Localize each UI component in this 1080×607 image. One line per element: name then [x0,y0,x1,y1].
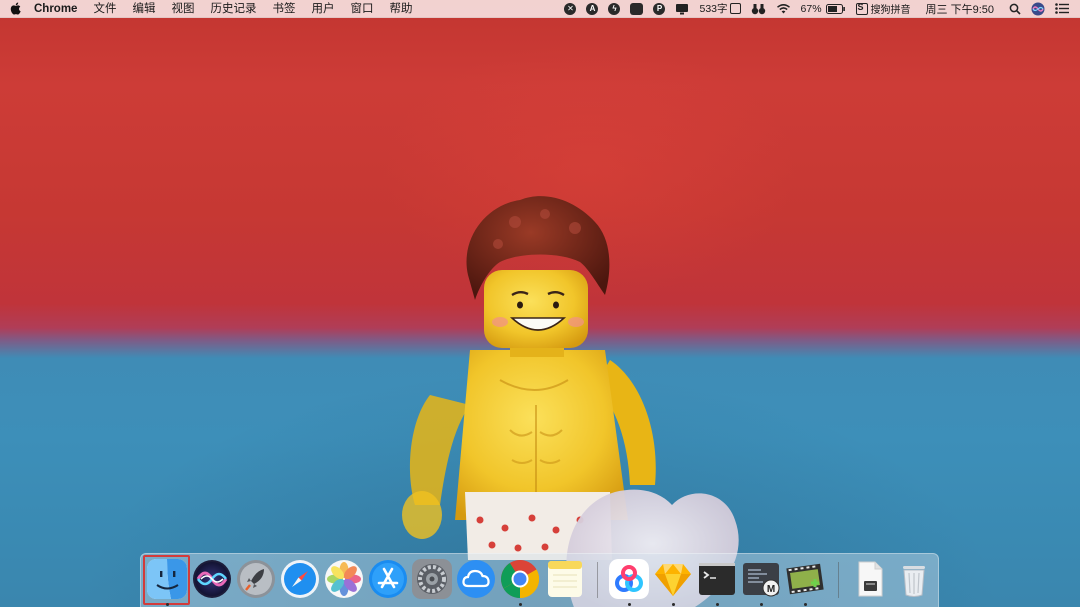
chrome-running-dot [519,603,522,606]
sketch-running-dot [672,603,675,606]
siri-icon[interactable] [192,559,232,599]
cloud-icon[interactable] [456,559,496,599]
baidu-netdisk-icon[interactable] [609,559,649,599]
chrome-icon[interactable] [500,559,540,599]
menu-bar: Chrome 文件 编辑 视图 历史记录 书签 用户 窗口 帮助 ✕ A ϟ P… [0,0,1080,18]
sogou-icon [855,2,868,15]
launchpad-rocket-icon[interactable] [236,559,276,599]
lego-minifigure-photo [402,196,739,607]
terminal-icon[interactable] [697,559,737,599]
word-count-label: 533字 [699,3,728,15]
menu-bookmarks[interactable]: 书签 [264,0,303,18]
dock-divider [597,562,598,598]
menu-history[interactable]: 历史记录 [202,0,264,18]
menu-edit[interactable]: 编辑 [124,0,163,18]
input-method-menu[interactable]: 搜狗拼音 [851,0,916,18]
trash-icon[interactable] [894,559,934,599]
menu-people[interactable]: 用户 [303,0,342,18]
notification-center-icon[interactable] [1050,0,1074,18]
wifi-icon[interactable] [771,0,796,18]
word-count-icon [729,3,741,14]
siri-menu-icon[interactable] [1026,0,1050,18]
menu-bar-left: Chrome 文件 编辑 视图 历史记录 书签 用户 窗口 帮助 [0,0,420,18]
status-p-icon[interactable]: P [648,0,670,18]
input-method-label: 搜狗拼音 [870,5,911,16]
photos-icon[interactable] [324,559,364,599]
sketch-diamond-icon[interactable] [653,559,693,599]
battery-status[interactable]: 67% [796,0,851,18]
menu-bar-status: ✕ A ϟ P 533字 67% 搜狗拼音 周三 下午9:50 [559,0,1080,18]
document-folder-icon[interactable] [850,559,890,599]
spotlight-search-icon[interactable] [1004,0,1026,18]
finder-icon[interactable] [147,559,187,599]
word-count[interactable]: 533字 [694,0,745,18]
terminal-running-dot [716,603,719,606]
dock-divider-2 [838,562,839,598]
menu-help[interactable]: 帮助 [381,0,420,18]
binoculars-icon[interactable] [746,0,771,18]
app-store-icon[interactable] [368,559,408,599]
clock[interactable]: 周三 下午9:50 [916,0,1004,18]
svg-text:M: M [767,584,775,595]
battery-icon [825,3,845,14]
status-bolt-icon[interactable]: ϟ [603,0,625,18]
baidu-running-dot [628,603,631,606]
system-preferences-gear-icon[interactable] [412,559,452,599]
mweb-editor-icon[interactable]: M [741,559,781,599]
status-x-icon[interactable]: ✕ [559,0,581,18]
status-a-icon[interactable]: A [581,0,603,18]
mweb-running-dot [760,603,763,606]
apple-logo-icon [10,2,21,15]
menu-file[interactable]: 文件 [85,0,124,18]
battery-percent: 67% [800,2,822,15]
apple-menu-icon[interactable] [0,0,30,18]
menu-window[interactable]: 窗口 [342,0,381,18]
notes-icon[interactable] [545,559,585,599]
dock: M [140,553,939,607]
film-strip-icon[interactable] [785,559,825,599]
status-monitor-icon[interactable] [670,0,694,18]
film-running-dot [804,603,807,606]
menu-view[interactable]: 视图 [163,0,202,18]
app-menu-chrome[interactable]: Chrome [30,0,85,18]
status-toggle-icon[interactable] [625,0,648,18]
safari-compass-icon[interactable] [280,559,320,599]
finder-running-dot [166,603,169,606]
desktop-wallpaper [0,0,1080,607]
